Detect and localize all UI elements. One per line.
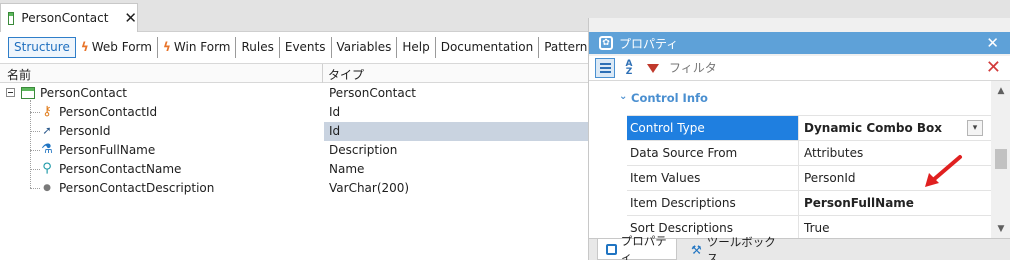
filter-button[interactable] [643, 58, 663, 78]
tree-row-attribute[interactable]: ⚲ PersonContactName Name [0, 160, 588, 179]
property-grid-scrollbar[interactable]: ▲ ▼ [991, 81, 1010, 238]
tree-row-name: PersonContactName [59, 162, 182, 176]
categorized-view-button[interactable] [595, 58, 615, 78]
tree-row-name: PersonContactId [59, 105, 158, 119]
win-form-icon: ϟ [162, 40, 171, 54]
tab-toolbox[interactable]: ⚒ ツールボックス [683, 235, 783, 260]
red-annotation-arrow-icon [925, 155, 962, 187]
formula-flask-icon: ⚗ [41, 142, 53, 157]
tree-row-type: Description [329, 143, 398, 157]
subtab-variables[interactable]: Variables [332, 36, 398, 58]
alphabetical-sort-button[interactable]: AZ [619, 58, 639, 78]
chevron-down-icon[interactable]: ⌄ [619, 91, 627, 102]
property-row-sort-descriptions[interactable]: Sort Descriptions True [627, 215, 991, 238]
tab-strip-filler [588, 0, 1010, 18]
property-category-label: Control Info [631, 91, 708, 105]
tree-row-name: PersonFullName [59, 143, 156, 157]
object-subtab-bar: Structure ϟ Web Form ϟ Win Form Rules Ev… [8, 36, 599, 58]
transaction-level-icon [21, 87, 35, 99]
categorized-icon [599, 62, 611, 74]
properties-title-bar: ✿ プロパティ ✕ [589, 32, 1010, 54]
attribute-dot-icon: ● [43, 183, 51, 193]
property-name: Data Source From [627, 141, 799, 165]
tab-label: ツールボックス [706, 234, 776, 260]
description-pin-icon: ⚲ [42, 161, 52, 176]
toolbox-wrench-icon: ⚒ [691, 242, 702, 257]
subtab-documentation[interactable]: Documentation [436, 36, 540, 58]
dropdown-chevron-icon[interactable]: ▾ [967, 120, 983, 136]
panel-bottom-tabs: プロパティ ⚒ ツールボックス [589, 234, 1010, 260]
scroll-down-icon[interactable]: ▼ [991, 222, 1010, 236]
scroll-up-icon[interactable]: ▲ [991, 84, 1010, 98]
foreign-key-arrow-icon: ➚ [42, 124, 52, 137]
property-value[interactable]: PersonFullName [799, 191, 991, 215]
clear-filter-icon[interactable]: ✕ [986, 58, 1001, 78]
tree-row-type: VarChar(200) [329, 181, 410, 195]
tree-row-attribute[interactable]: ● PersonContactDescription VarChar(200) [0, 179, 588, 198]
key-icon: ⚷ [42, 104, 52, 119]
property-filter-input[interactable] [667, 57, 967, 79]
structure-tree: PersonContact PersonContact ⚷ PersonCont… [0, 84, 588, 198]
tab-properties[interactable]: プロパティ [597, 234, 677, 260]
tab-label: プロパティ [620, 234, 667, 260]
tree-row-name: PersonContactDescription [59, 181, 215, 195]
tree-row-attribute-selected[interactable]: ➚ PersonId Id [0, 122, 588, 141]
column-header-type[interactable]: タイプ [328, 66, 364, 83]
property-name: Control Type [627, 116, 799, 140]
tree-row-type: PersonContact [329, 86, 417, 100]
collapse-icon[interactable] [6, 88, 15, 97]
close-tab-icon[interactable]: ✕ [124, 10, 137, 26]
filter-funnel-icon [647, 63, 659, 73]
scrollbar-thumb[interactable] [995, 149, 1007, 169]
document-tab-strip: PersonContact ✕ [0, 0, 588, 32]
subtab-win-form[interactable]: ϟ Win Form [158, 36, 237, 58]
properties-toolbar: AZ ✕ [589, 56, 1010, 81]
properties-title: プロパティ [619, 36, 679, 51]
tree-row-attribute[interactable]: ⚷ PersonContactId Id [0, 103, 588, 122]
properties-gear-icon: ✿ [599, 36, 613, 50]
property-category-control-info[interactable]: ⌄ Control Info [589, 87, 991, 109]
subtab-web-form[interactable]: ϟ Web Form [76, 36, 158, 58]
column-divider[interactable] [322, 64, 323, 83]
tree-row-name: PersonContact [40, 86, 128, 100]
tree-row-type: Id [324, 122, 588, 141]
subtab-events[interactable]: Events [280, 36, 332, 58]
property-name: Item Values [627, 166, 799, 190]
close-properties-icon[interactable]: ✕ [986, 34, 999, 52]
property-row-control-type[interactable]: Control Type Dynamic Combo Box ▾ [627, 115, 991, 140]
subtab-rules[interactable]: Rules [236, 36, 280, 58]
tree-row-type: Id [329, 105, 341, 119]
transaction-table-icon [8, 11, 15, 25]
sort-az-icon: AZ [625, 59, 633, 77]
property-name: Item Descriptions [627, 191, 799, 215]
property-value[interactable]: True [799, 216, 991, 238]
properties-gear-icon [606, 243, 617, 255]
property-row-item-descriptions[interactable]: Item Descriptions PersonFullName [627, 190, 991, 215]
column-header-name[interactable]: 名前 [7, 66, 31, 83]
tree-row-type: Name [329, 162, 365, 176]
tree-row-root[interactable]: PersonContact PersonContact [0, 84, 588, 103]
tree-row-attribute[interactable]: ⚗ PersonFullName Description [0, 141, 588, 160]
properties-panel: ✿ プロパティ ✕ AZ ✕ ⌄ Control Info Control Ty… [588, 18, 1010, 260]
subtab-help[interactable]: Help [397, 36, 436, 58]
subtab-structure[interactable]: Structure [8, 36, 76, 58]
document-tab-label: PersonContact [21, 11, 109, 25]
document-tab-personcontact[interactable]: PersonContact ✕ [0, 3, 138, 32]
property-value-combo[interactable]: Dynamic Combo Box [799, 116, 991, 140]
web-form-icon: ϟ [80, 40, 89, 54]
structure-column-header: 名前 タイプ [0, 63, 588, 83]
tree-row-name: PersonId [59, 124, 111, 138]
property-grid: ⌄ Control Info Control Type Dynamic Comb… [589, 81, 991, 238]
